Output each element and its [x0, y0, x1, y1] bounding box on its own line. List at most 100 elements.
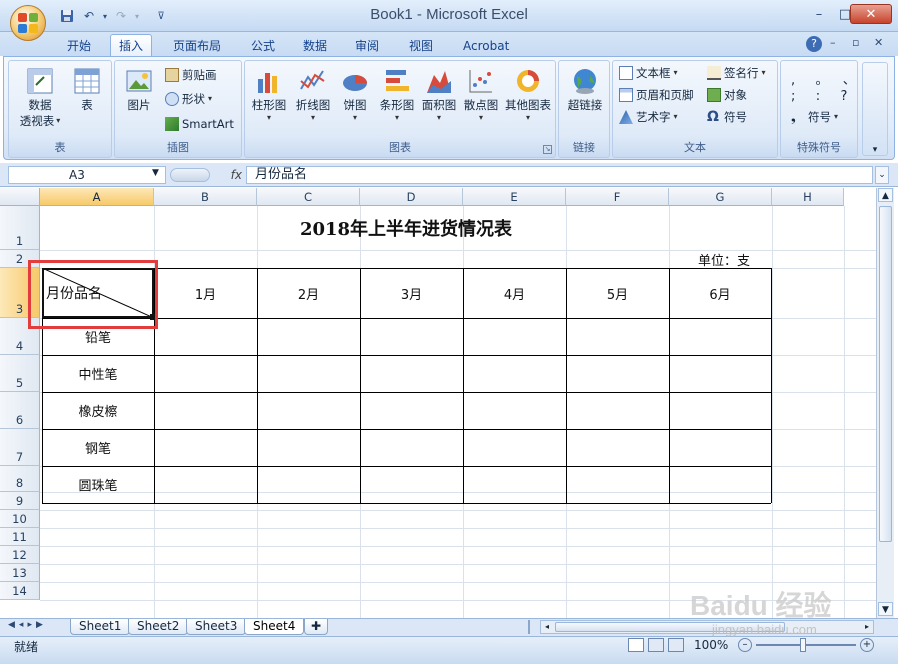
- doc-minimize-icon[interactable]: –: [830, 36, 836, 49]
- zoom-slider-thumb[interactable]: [800, 638, 806, 652]
- tab-acrobat[interactable]: Acrobat: [454, 34, 518, 56]
- vertical-scroll-thumb[interactable]: [879, 206, 892, 542]
- dialog-launcher-icon[interactable]: ↘: [543, 145, 552, 154]
- month-header-cell[interactable]: 3月: [360, 268, 463, 318]
- special-chars-row-2[interactable]: ; : ?: [791, 89, 849, 104]
- month-header-cell[interactable]: 6月: [669, 268, 771, 318]
- area-chart-button[interactable]: 面积图 ▾: [417, 65, 461, 123]
- row-header-7[interactable]: 7: [0, 429, 40, 466]
- doc-close-icon[interactable]: ✕: [874, 36, 883, 49]
- tab-view[interactable]: 视图: [400, 34, 442, 56]
- pie-chart-button[interactable]: 饼图 ▾: [335, 65, 375, 123]
- item-name-cell[interactable]: 橡皮檫: [42, 392, 154, 429]
- select-all-corner[interactable]: [0, 188, 40, 206]
- wordart-button[interactable]: 艺术字 ▾: [619, 109, 678, 125]
- scroll-up-icon[interactable]: ▲: [878, 188, 893, 202]
- close-button[interactable]: ✕: [850, 4, 892, 24]
- month-header-cell[interactable]: 1月: [154, 268, 257, 318]
- clipart-button[interactable]: 剪贴画: [165, 67, 217, 83]
- name-box[interactable]: A3: [8, 166, 166, 184]
- textbox-button[interactable]: 文本框 ▾: [619, 65, 678, 81]
- scroll-down-icon[interactable]: ▼: [878, 602, 893, 616]
- ribbon-scroll-button[interactable]: ▾: [862, 62, 888, 156]
- formula-input[interactable]: 月份品名: [246, 166, 873, 184]
- month-header-cell[interactable]: 4月: [463, 268, 566, 318]
- shapes-button[interactable]: 形状 ▾: [165, 91, 212, 107]
- column-header-h[interactable]: H: [772, 188, 844, 206]
- month-header-cell[interactable]: 5月: [566, 268, 669, 318]
- item-name-cell[interactable]: 中性笔: [42, 355, 154, 392]
- worksheet-grid[interactable]: ABCDEFGH 1 2 3 4 5 6 7 8 9 10 11 12 13 14 2018年上半年进货情…: [0, 188, 876, 618]
- scroll-right-icon[interactable]: ▸: [861, 621, 873, 633]
- group-label-tables: 表: [54, 141, 66, 154]
- item-name-cell[interactable]: 圆珠笔: [42, 466, 154, 503]
- row-header-12[interactable]: 12: [0, 546, 40, 564]
- tab-data[interactable]: 数据: [294, 34, 336, 56]
- row-header-6[interactable]: 6: [0, 392, 40, 429]
- insert-function-button[interactable]: fx: [168, 166, 246, 184]
- signature-line-button[interactable]: 签名行 ▾: [707, 65, 766, 81]
- hyperlink-button[interactable]: 超链接: [561, 65, 609, 113]
- page-layout-view-icon[interactable]: [648, 638, 664, 652]
- doc-restore-icon[interactable]: ▫: [852, 36, 859, 49]
- insert-sheet-icon[interactable]: ✚: [304, 619, 329, 635]
- tab-insert[interactable]: 插入: [110, 34, 153, 56]
- office-button[interactable]: [10, 5, 46, 41]
- row-header-9[interactable]: 9: [0, 492, 40, 510]
- help-icon[interactable]: ?: [806, 36, 822, 52]
- row-header-13[interactable]: 13: [0, 564, 40, 582]
- special-chars-row-1[interactable]: , 。 、: [791, 69, 858, 88]
- column-header-a[interactable]: A: [40, 188, 154, 206]
- tab-page-layout[interactable]: 页面布局: [164, 34, 230, 56]
- row-header-8[interactable]: 8: [0, 466, 40, 492]
- zoom-in-icon[interactable]: +: [860, 638, 874, 652]
- bar-chart-button[interactable]: 条形图 ▾: [375, 65, 419, 123]
- tab-review[interactable]: 审阅: [346, 34, 388, 56]
- expand-formula-bar-icon[interactable]: ⌄: [875, 166, 889, 184]
- scroll-left-icon[interactable]: ◂: [541, 621, 553, 633]
- column-chart-button[interactable]: 柱形图 ▾: [247, 65, 291, 123]
- item-name-cell[interactable]: 钢笔: [42, 429, 154, 466]
- tab-home[interactable]: 开始: [58, 34, 100, 56]
- row-header-1[interactable]: 1: [0, 206, 40, 250]
- minimize-button[interactable]: –: [806, 4, 832, 24]
- sheet-nav-arrows-icon[interactable]: ◀◂▸▶: [8, 620, 47, 630]
- column-header-f[interactable]: F: [566, 188, 669, 206]
- tab-split-handle[interactable]: [528, 620, 536, 634]
- table-button[interactable]: 表: [69, 65, 105, 113]
- month-header-cell[interactable]: 2月: [257, 268, 360, 318]
- smartart-button[interactable]: SmartArt: [165, 117, 234, 131]
- scatter-chart-button[interactable]: 散点图 ▾: [459, 65, 503, 123]
- object-button[interactable]: 对象: [707, 87, 747, 103]
- row-header-14[interactable]: 14: [0, 582, 40, 600]
- special-symbol-button[interactable]: ❟ 符号 ▾: [791, 109, 838, 125]
- group-label-links: 链接: [573, 141, 595, 154]
- row-header-11[interactable]: 11: [0, 528, 40, 546]
- sheet-tab-3[interactable]: Sheet3: [186, 619, 247, 635]
- line-chart-button[interactable]: 折线图 ▾: [291, 65, 335, 123]
- sheet-tab-4[interactable]: Sheet4: [244, 619, 305, 635]
- zoom-out-icon[interactable]: –: [738, 638, 752, 652]
- name-box-dropdown-icon[interactable]: ▼: [152, 168, 159, 178]
- normal-view-icon[interactable]: [628, 638, 644, 652]
- picture-button[interactable]: 图片: [119, 65, 159, 113]
- zoom-slider-track[interactable]: [756, 644, 856, 646]
- row-header-10[interactable]: 10: [0, 510, 40, 528]
- pivot-table-button[interactable]: 数据 透视表 ▾: [15, 65, 65, 129]
- symbol-button[interactable]: Ω 符号: [707, 109, 747, 125]
- tab-formulas[interactable]: 公式: [242, 34, 284, 56]
- vertical-scrollbar[interactable]: ▲ ▼: [876, 188, 894, 618]
- column-header-b[interactable]: B: [154, 188, 257, 206]
- column-header-d[interactable]: D: [360, 188, 463, 206]
- column-header-c[interactable]: C: [257, 188, 360, 206]
- column-header-g[interactable]: G: [669, 188, 772, 206]
- row-header-5[interactable]: 5: [0, 355, 40, 392]
- sheet-tab-2[interactable]: Sheet2: [128, 619, 189, 635]
- sheet-tab-1[interactable]: Sheet1: [70, 619, 131, 635]
- page-break-view-icon[interactable]: [668, 638, 684, 652]
- item-name-cell[interactable]: 铅笔: [42, 318, 154, 355]
- other-charts-button[interactable]: 其他图表 ▾: [501, 65, 555, 123]
- zoom-level[interactable]: 100%: [694, 638, 728, 652]
- header-footer-button[interactable]: 页眉和页脚: [619, 87, 694, 103]
- column-header-e[interactable]: E: [463, 188, 566, 206]
